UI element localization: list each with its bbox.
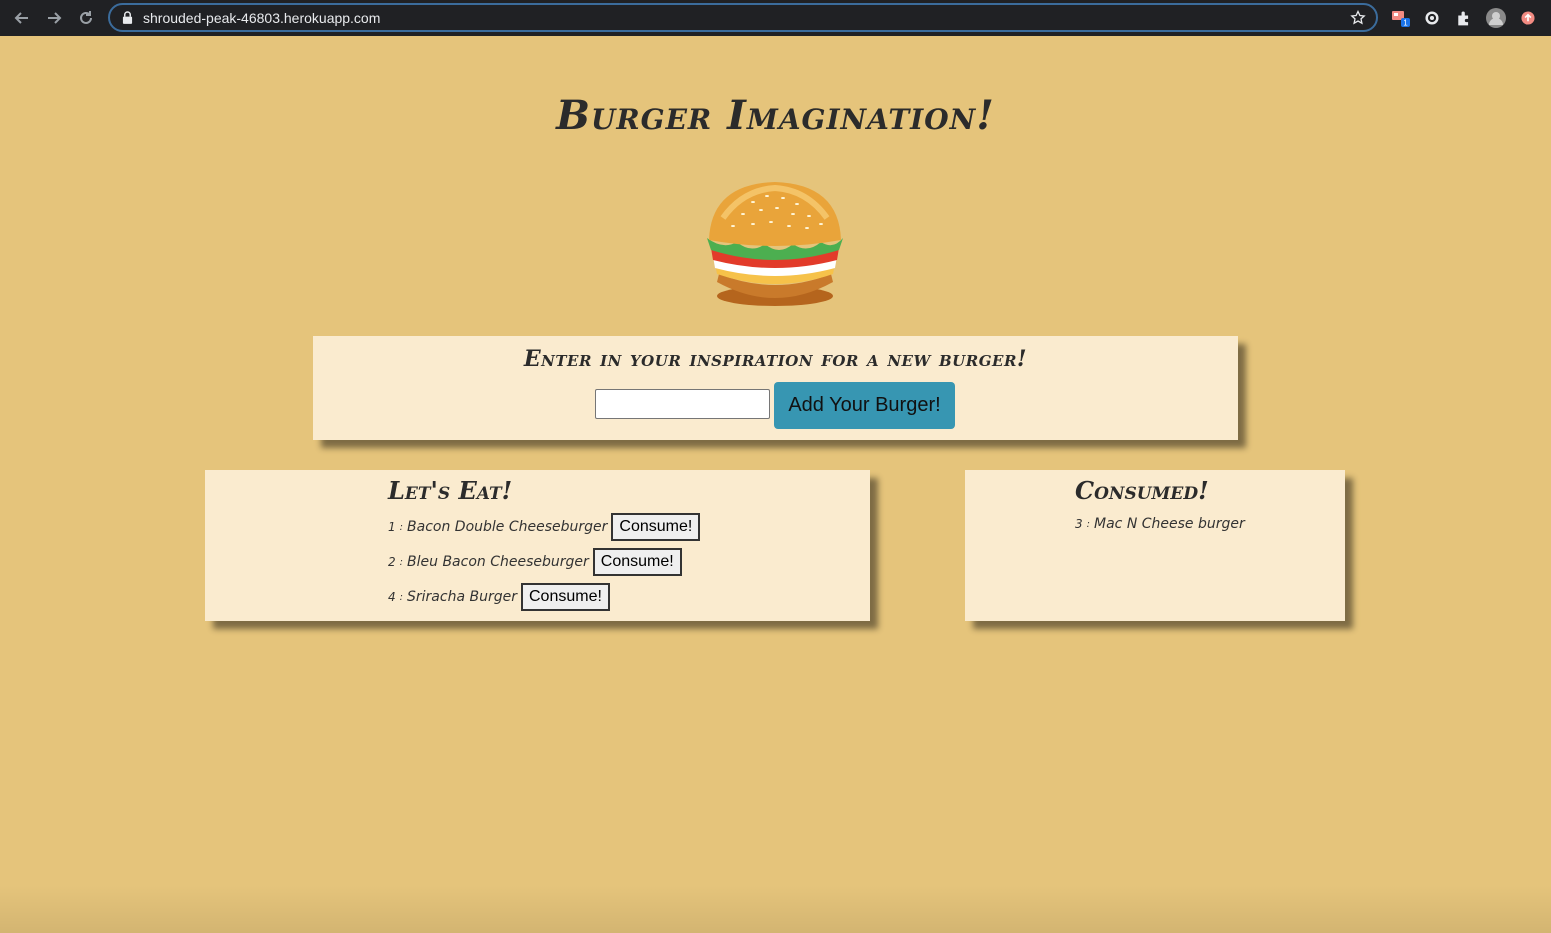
separator: : [1086, 518, 1091, 530]
separator: : [399, 521, 404, 533]
burger-name: Mac N Cheese burger [1094, 516, 1245, 532]
page-bottom-shade [0, 885, 1551, 933]
url-text: shrouded-peak-46803.herokuapp.com [143, 9, 381, 26]
consume-button[interactable]: Consume! [592, 548, 682, 576]
browser-toolbar: shrouded-peak-46803.herokuapp.com 1 [0, 0, 1551, 36]
bookmark-star-icon[interactable] [1350, 10, 1366, 26]
list-item: 2: Bleu Bacon Cheeseburger Consume! [388, 548, 682, 576]
address-bar[interactable]: shrouded-peak-46803.herokuapp.com [108, 3, 1378, 32]
burger-image [703, 178, 847, 310]
page-title: Burger Imagination! [556, 92, 995, 139]
consumed-panel: Consumed! 3: Mac N Cheese burger [965, 470, 1345, 621]
lock-icon [122, 11, 134, 25]
add-burger-button[interactable]: Add Your Burger! [774, 382, 955, 429]
burger-id: 1 [388, 520, 396, 534]
form-heading: Enter in your inspiration for a new burg… [523, 346, 1028, 372]
extension-badge: 1 [1403, 19, 1408, 28]
forward-button[interactable] [40, 4, 68, 32]
burger-name: Bacon Double Cheeseburger [407, 519, 608, 535]
consume-button[interactable]: Consume! [520, 583, 610, 611]
reload-button[interactable] [72, 4, 100, 32]
reload-icon [80, 11, 92, 24]
consume-button[interactable]: Consume! [611, 513, 701, 541]
burger-name: Bleu Bacon Cheeseburger [407, 554, 589, 570]
forward-arrow-icon [48, 12, 62, 24]
burger-name-input[interactable] [595, 389, 770, 419]
lets-eat-heading: Let's Eat! [388, 476, 513, 505]
burger-name: Sriracha Burger [407, 589, 517, 605]
back-arrow-icon [14, 12, 28, 24]
burger-id: 4 [388, 590, 396, 604]
new-burger-form: Enter in your inspiration for a new burg… [313, 336, 1238, 440]
extension-globe-icon[interactable] [1421, 7, 1443, 29]
burger-id: 2 [388, 555, 396, 569]
burger-id: 3 [1075, 517, 1083, 531]
separator: : [399, 591, 404, 603]
lets-eat-panel: Let's Eat! 1: Bacon Double Cheeseburger … [205, 470, 870, 621]
update-icon[interactable] [1517, 7, 1539, 29]
list-item: 4: Sriracha Burger Consume! [388, 583, 610, 611]
back-button[interactable] [8, 4, 36, 32]
extension-flag-icon[interactable]: 1 [1390, 7, 1412, 29]
consumed-heading: Consumed! [1075, 476, 1209, 505]
separator: : [399, 556, 404, 568]
extensions-puzzle-icon[interactable] [1453, 7, 1475, 29]
list-item: 1: Bacon Double Cheeseburger Consume! [388, 513, 701, 541]
list-item: 3: Mac N Cheese burger [1075, 516, 1245, 532]
profile-avatar[interactable] [1485, 7, 1507, 29]
